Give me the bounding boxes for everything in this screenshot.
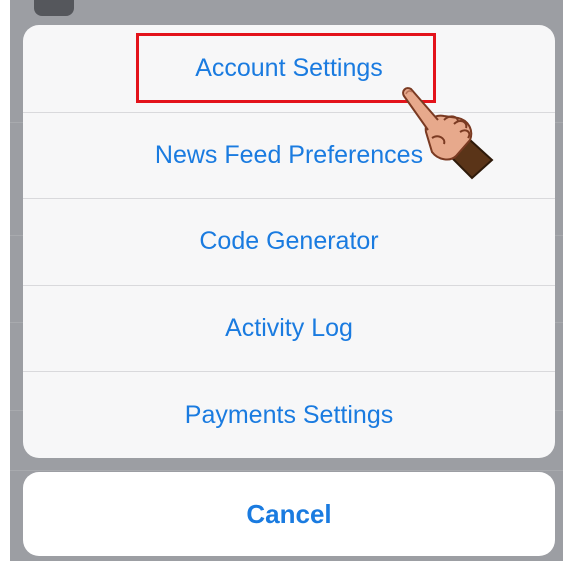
option-activity-log[interactable]: Activity Log: [23, 284, 555, 372]
option-label: Activity Log: [225, 314, 353, 343]
option-label: News Feed Preferences: [154, 140, 424, 169]
screen: Account Settings News Feed Preferences C…: [0, 0, 563, 561]
option-code-generator[interactable]: Code Generator: [23, 198, 555, 285]
cancel-label: Cancel: [246, 498, 332, 529]
option-label: Payments Settings: [184, 400, 394, 429]
option-label: Code Generator: [199, 227, 379, 256]
cancel-button[interactable]: Cancel: [23, 472, 555, 556]
backdrop-divider: [10, 470, 563, 471]
option-payments-settings[interactable]: Payments Settings: [23, 371, 555, 458]
option-news-feed-preferences[interactable]: News Feed Preferences: [23, 111, 555, 199]
highlight-box: [136, 33, 436, 103]
underlying-tab: [34, 0, 74, 16]
action-sheet: Account Settings News Feed Preferences C…: [23, 25, 555, 458]
